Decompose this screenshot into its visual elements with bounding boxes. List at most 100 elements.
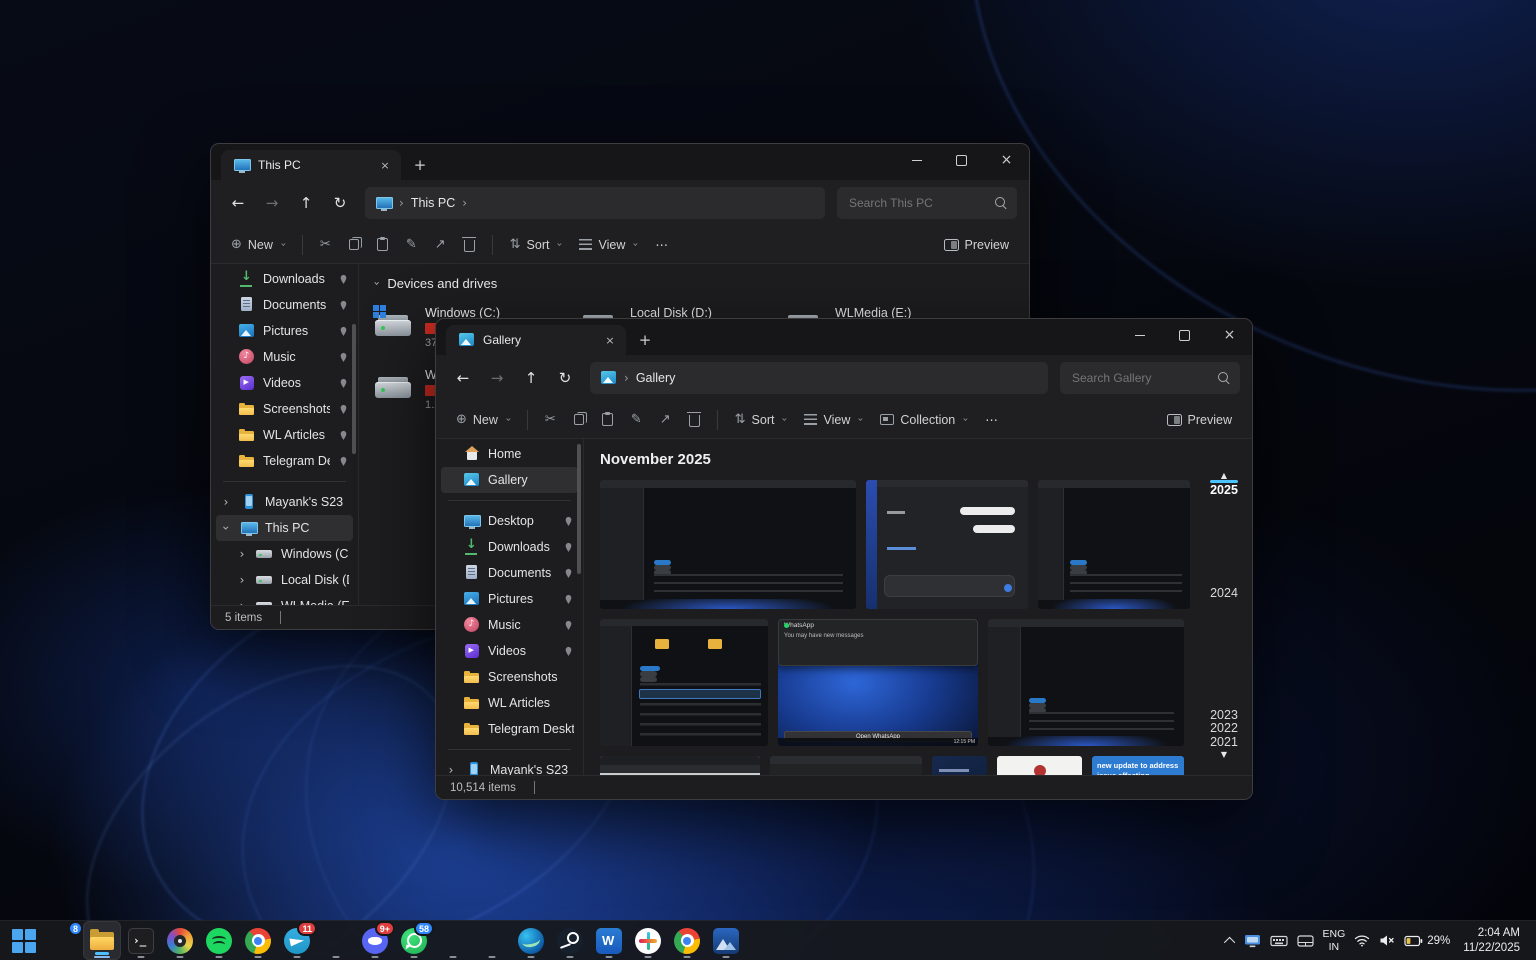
taskbar-arc-browser[interactable] [474, 922, 510, 959]
sidebar-scrollbar[interactable] [352, 324, 356, 454]
sort-button[interactable]: ⇅ Sort › [502, 230, 570, 260]
chevron-right-icon[interactable]: › [236, 547, 248, 561]
taskbar-paint[interactable] [162, 922, 198, 959]
breadcrumb[interactable]: Gallery [636, 371, 676, 385]
sidebar-item-screenshots[interactable]: Screenshots [216, 396, 353, 422]
preview-button[interactable]: Preview [1159, 405, 1240, 435]
up-button[interactable]: ↑ [516, 363, 546, 393]
chevron-down-icon[interactable]: › [371, 281, 384, 285]
up-button[interactable]: ↑ [291, 188, 321, 218]
taskbar-spotify[interactable] [201, 922, 237, 959]
address-bar[interactable]: › Gallery [590, 362, 1048, 394]
photo-thumbnail[interactable] [600, 480, 856, 609]
clock[interactable]: 2:04 AM 11/22/2025 [1463, 926, 1520, 956]
sidebar-item-home[interactable]: Home [441, 441, 578, 467]
more-options-button[interactable]: ⋯ [977, 405, 1006, 435]
new-button[interactable]: ⊕ New › [223, 230, 293, 260]
close-button[interactable]: × [984, 144, 1029, 176]
chevron-right-icon[interactable]: › [236, 573, 248, 587]
photo-thumbnail[interactable] [932, 756, 987, 775]
sidebar-item-documents[interactable]: Documents [216, 292, 353, 318]
cut-button[interactable]: ✂ [537, 405, 564, 435]
delete-button[interactable] [456, 230, 483, 260]
chevron-down-icon[interactable]: › [219, 522, 233, 534]
taskbar-tasks-app[interactable]: 8 [45, 922, 81, 959]
sidebar-item-pictures[interactable]: Pictures [216, 318, 353, 344]
taskbar-start[interactable] [6, 922, 42, 959]
tab-this-pc[interactable]: This PC × [221, 150, 401, 180]
collection-button[interactable]: Collection › [872, 405, 975, 435]
taskbar-discord[interactable]: 9+ [357, 922, 393, 959]
tab-gallery[interactable]: Gallery × [446, 325, 626, 355]
scroll-down-icon[interactable]: ▼ [1206, 750, 1242, 759]
taskbar-word[interactable] [591, 922, 627, 959]
sidebar-item-videos[interactable]: Videos [441, 638, 578, 664]
search-icon[interactable] [1218, 372, 1230, 384]
taskbar-whatsapp[interactable]: 58 [396, 922, 432, 959]
photo-thumbnail[interactable]: System › About [770, 756, 922, 775]
search-icon[interactable] [995, 197, 1007, 209]
sidebar-item-screenshots[interactable]: Screenshots [441, 664, 578, 690]
sidebar-item-videos[interactable]: Videos [216, 370, 353, 396]
copy-button[interactable] [566, 405, 592, 435]
sidebar-item-downloads[interactable]: Downloads [441, 534, 578, 560]
preview-button[interactable]: Preview [936, 230, 1017, 260]
breadcrumb[interactable]: This PC [411, 196, 455, 210]
keyboard-icon[interactable] [1270, 934, 1288, 948]
section-header-row[interactable]: › Devices and drives [375, 276, 1029, 291]
taskbar-chrome-2[interactable] [669, 922, 705, 959]
taskbar-steam[interactable] [552, 922, 588, 959]
sidebar-item-wl-articles[interactable]: WL Articles [216, 422, 353, 448]
sidebar-scrollbar[interactable] [577, 444, 581, 574]
sidebar-item-wl-articles[interactable]: WL Articles [441, 690, 578, 716]
sidebar-item-wlmedia-e[interactable]: ›WLMedia (E:) [216, 593, 353, 605]
sidebar-item-music[interactable]: Music [441, 612, 578, 638]
sort-button[interactable]: ⇅ Sort › [727, 405, 795, 435]
year-2025[interactable]: 2025 [1206, 483, 1242, 497]
year-2022[interactable]: 2022 [1206, 721, 1242, 735]
photo-thumbnail[interactable]: new update to address issue affecting or… [1092, 756, 1184, 775]
search-input[interactable] [847, 195, 989, 211]
year-2021[interactable]: 2021 [1206, 735, 1242, 749]
scroll-up-icon[interactable]: ▲ [1206, 471, 1242, 480]
touchpad-icon[interactable] [1297, 934, 1314, 948]
wifi-icon[interactable] [1354, 934, 1370, 947]
sidebar-item-windows-c[interactable]: ›Windows (C:) [216, 541, 353, 567]
taskbar-edge[interactable] [513, 922, 549, 959]
sidebar-item-telegram-desktop[interactable]: Telegram Desktop [441, 716, 578, 742]
cut-button[interactable]: ✂ [312, 230, 339, 260]
chevron-right-icon[interactable]: › [445, 763, 457, 775]
photo-thumbnail[interactable] [600, 619, 768, 746]
language-indicator[interactable]: ENG IN [1323, 928, 1346, 952]
chevron-right-icon[interactable]: › [462, 196, 467, 210]
taskbar-terminal[interactable] [123, 922, 159, 959]
sidebar-item-local-disk-d[interactable]: ›Local Disk (D:) [216, 567, 353, 593]
new-tab-button[interactable]: + [632, 327, 658, 353]
tab-close-icon[interactable]: × [602, 332, 618, 348]
sidebar-item-mayank-s-s23[interactable]: ›Mayank's S23 [216, 489, 353, 515]
forward-button[interactable]: → [257, 188, 287, 218]
sidebar-item-telegram-deskt[interactable]: Telegram Deskt [216, 448, 353, 474]
address-bar[interactable]: › This PC › [365, 187, 825, 219]
back-button[interactable]: ← [223, 188, 253, 218]
minimize-button[interactable] [894, 144, 939, 176]
new-tab-button[interactable]: + [407, 152, 433, 178]
view-button[interactable]: View › [796, 405, 870, 435]
hidden-icons-chevron-icon[interactable] [1223, 936, 1234, 947]
maximize-button[interactable] [1162, 319, 1207, 351]
taskbar-info-app[interactable] [318, 922, 354, 959]
sidebar-item-desktop[interactable]: Desktop [441, 508, 578, 534]
back-button[interactable]: ← [448, 363, 478, 393]
sidebar-item-this-pc[interactable]: ›This PC [216, 515, 353, 541]
year-2023[interactable]: 2023 [1206, 708, 1242, 722]
taskbar-file-explorer[interactable] [84, 922, 120, 959]
close-button[interactable]: × [1207, 319, 1252, 351]
search-box[interactable] [837, 187, 1017, 219]
taskbar-photos[interactable] [708, 922, 744, 959]
minimize-button[interactable] [1117, 319, 1162, 351]
taskbar-chrome[interactable] [240, 922, 276, 959]
battery-indicator[interactable]: 29% [1404, 935, 1450, 947]
share-button[interactable]: ↗ [427, 230, 454, 260]
forward-button[interactable]: → [482, 363, 512, 393]
taskbar-telegram[interactable]: 11 [279, 922, 315, 959]
